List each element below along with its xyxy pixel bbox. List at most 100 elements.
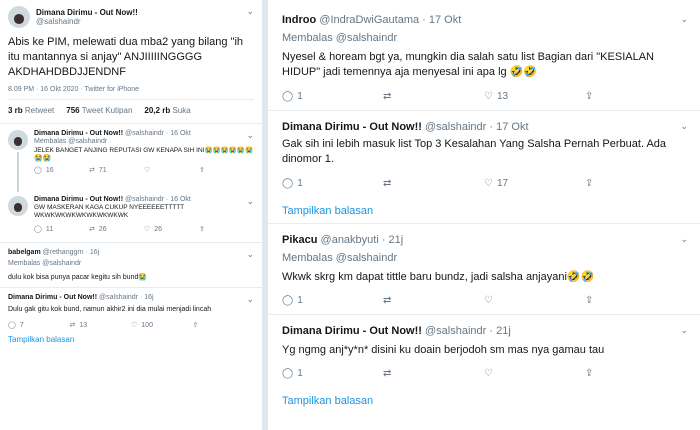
reply-salshaindr-2[interactable]: Dimana Dirimu - Out Now!! @salshaindr · … [268, 315, 700, 413]
author-handle[interactable]: @salshaindr · 16 Okt [125, 196, 191, 203]
tweet-text: Dulu gak gitu kok bund, namun akhir2 ini… [8, 306, 212, 314]
show-replies-link[interactable]: Tampilkan balasan [0, 333, 262, 346]
author-handle[interactable]: @rethanggrn · 16j [43, 249, 100, 256]
like-button[interactable]: ♡ 17 [484, 178, 585, 189]
author-name[interactable]: babelgam [8, 249, 41, 256]
like-button[interactable]: ♡ 100 [131, 321, 193, 330]
author-name[interactable]: Pikacu [282, 234, 317, 246]
tweet-text: Abis ke PIM, melewati dua mba2 yang bila… [8, 36, 244, 78]
author-name[interactable]: Dimana Dirimu - Out Now!! [36, 8, 138, 17]
thread-reply-1[interactable]: Dimana Dirimu - Out Now!! @salshaindr · … [0, 124, 262, 194]
author-handle[interactable]: @salshaindr [36, 17, 138, 26]
retweet-button[interactable]: ⇄ [383, 295, 484, 306]
reply-button[interactable]: ◯ 7 [8, 321, 70, 330]
reply-button[interactable]: ◯ 1 [282, 368, 383, 379]
author-handle[interactable]: @anakbyuti · 21j [321, 234, 404, 246]
retweet-icon: ⇄ [89, 166, 95, 174]
author-handle[interactable]: @IndraDwiGautama · 17 Okt [319, 14, 461, 26]
author-handle[interactable]: @salshaindr · 16j [99, 294, 154, 301]
reply-icon: ◯ [282, 177, 294, 189]
chevron-down-icon[interactable]: ⌄ [246, 294, 254, 305]
share-button[interactable]: ⇪ [193, 321, 255, 329]
tweet-actions: ◯ 1 ⇄ ♡ ⇪ [282, 295, 686, 306]
reply-to: Membalas @salshaindr [34, 138, 108, 146]
author-handle[interactable]: @salshaindr · 16 Okt [125, 130, 191, 137]
thread-reply-2[interactable]: Dimana Dirimu - Out Now!! @salshaindr · … [0, 194, 262, 244]
retweet-button[interactable]: ⇄ 26 [89, 226, 144, 235]
retweet-icon: ⇄ [383, 294, 392, 306]
chevron-down-icon[interactable]: ⌄ [680, 121, 688, 132]
chevron-down-icon[interactable]: ⌄ [246, 196, 254, 207]
reply-salshaindr-1[interactable]: Dimana Dirimu - Out Now!! @salshaindr · … [268, 111, 700, 224]
like-icon: ♡ [484, 177, 493, 189]
retweet-icon: ⇄ [383, 177, 392, 189]
share-button[interactable]: ⇪ [585, 295, 686, 306]
author-name[interactable]: Dimana Dirimu - Out Now!! [282, 325, 422, 337]
like-button[interactable]: ♡ [144, 167, 199, 176]
tweet-actions: ◯ 1 ⇄ ♡ ⇪ [282, 368, 686, 379]
tweet-text: GW MASKERAN KAGA CUKUP NYEEEEEETTTTT WKW… [34, 204, 185, 220]
stat-retweet[interactable]: 3 rb Retweet [8, 106, 54, 115]
like-icon: ♡ [131, 322, 138, 330]
author-handle[interactable]: @salshaindr · 17 Okt [425, 121, 529, 133]
share-button[interactable]: ⇪ [199, 226, 254, 235]
share-button[interactable]: ⇪ [585, 91, 686, 102]
reply-button[interactable]: ◯ 16 [34, 167, 89, 176]
reply-button[interactable]: ◯ 1 [282, 178, 383, 189]
share-button[interactable]: ⇪ [585, 368, 686, 379]
retweet-button[interactable]: ⇄ [383, 91, 484, 102]
retweet-button[interactable]: ⇄ [383, 368, 484, 379]
retweet-icon: ⇄ [383, 90, 392, 102]
author-name[interactable]: Dimana Dirimu - Out Now!! [8, 294, 97, 301]
like-button[interactable]: ♡ [484, 368, 585, 379]
share-icon: ⇪ [199, 166, 205, 174]
reply-button[interactable]: ◯ 1 [282, 295, 383, 306]
like-icon: ♡ [144, 225, 151, 233]
tweet-actions: ◯ 1 ⇄ ♡ 13 ⇪ [282, 91, 686, 102]
tweet-text: Nyesel & hoream bgt ya, mungkin dia sala… [282, 51, 654, 79]
tweet-text: JELEK BANGET ANJING REPUTASI GW KENAPA S… [34, 147, 254, 155]
retweet-icon: ⇄ [69, 322, 76, 330]
share-icon: ⇪ [585, 177, 594, 189]
like-button[interactable]: ♡ 13 [484, 91, 585, 102]
reply-babelgam[interactable]: babelgam @rethanggrn · 16j Membalas @sal… [0, 243, 262, 289]
author-name[interactable]: Dimana Dirimu - Out Now!! [34, 196, 123, 203]
author-handle[interactable]: @salshaindr · 21j [425, 325, 511, 337]
tweet-actions: ◯ 16 ⇄ 71 ♡ ⇪ [34, 167, 254, 176]
stat-likes[interactable]: 20,2 rb Suka [144, 106, 190, 115]
avatar[interactable] [8, 6, 30, 28]
share-button[interactable]: ⇪ [199, 167, 254, 176]
chevron-down-icon[interactable]: ⌄ [246, 130, 254, 141]
chevron-down-icon[interactable]: ⌄ [680, 325, 688, 336]
reply-indroo[interactable]: Indroo @IndraDwiGautama · 17 Okt Membala… [268, 0, 700, 111]
stat-quote[interactable]: 756 Tweet Kutipan [66, 106, 132, 115]
reply-icon: ◯ [8, 322, 16, 330]
retweet-button[interactable]: ⇄ [383, 178, 484, 189]
show-replies-link[interactable]: Tampilkan balasan [282, 205, 686, 217]
like-button[interactable]: ♡ 26 [144, 226, 199, 235]
reply-icon: ◯ [282, 90, 294, 102]
retweet-button[interactable]: ⇄ 71 [89, 167, 144, 176]
tweet-text: dulu kok bisa punya pacar kegitu sih bun… [8, 274, 148, 282]
share-icon: ⇪ [585, 368, 594, 380]
reply-salshaindr[interactable]: Dimana Dirimu - Out Now!! @salshaindr · … [0, 288, 262, 333]
tweet-text: Wkwk skrg km dapat tittle baru bundz, ja… [282, 270, 595, 283]
chevron-down-icon[interactable]: ⌄ [680, 234, 688, 245]
avatar[interactable] [8, 195, 28, 216]
retweet-button[interactable]: ⇄ 13 [69, 321, 132, 330]
chevron-down-icon[interactable]: ⌄ [246, 249, 254, 260]
reply-button[interactable]: ◯ 11 [34, 226, 89, 235]
reply-button[interactable]: ◯ 1 [282, 91, 383, 102]
author-name[interactable]: Indroo [282, 14, 316, 26]
chevron-down-icon[interactable]: ⌄ [246, 6, 254, 17]
avatar[interactable] [8, 129, 28, 150]
share-button[interactable]: ⇪ [585, 178, 686, 189]
reply-pikacu[interactable]: Pikacu @anakbyuti · 21j Membalas @salsha… [268, 224, 700, 315]
show-replies-link[interactable]: Tampilkan balasan [282, 395, 686, 407]
like-button[interactable]: ♡ [484, 295, 585, 306]
author-name[interactable]: Dimana Dirimu - Out Now!! [34, 130, 123, 137]
author-name[interactable]: Dimana Dirimu - Out Now!! [282, 121, 422, 133]
chevron-down-icon[interactable]: ⌄ [680, 14, 688, 25]
reply-icon: ◯ [34, 166, 42, 174]
tweet-text-continued: 😭😭 [34, 155, 52, 163]
